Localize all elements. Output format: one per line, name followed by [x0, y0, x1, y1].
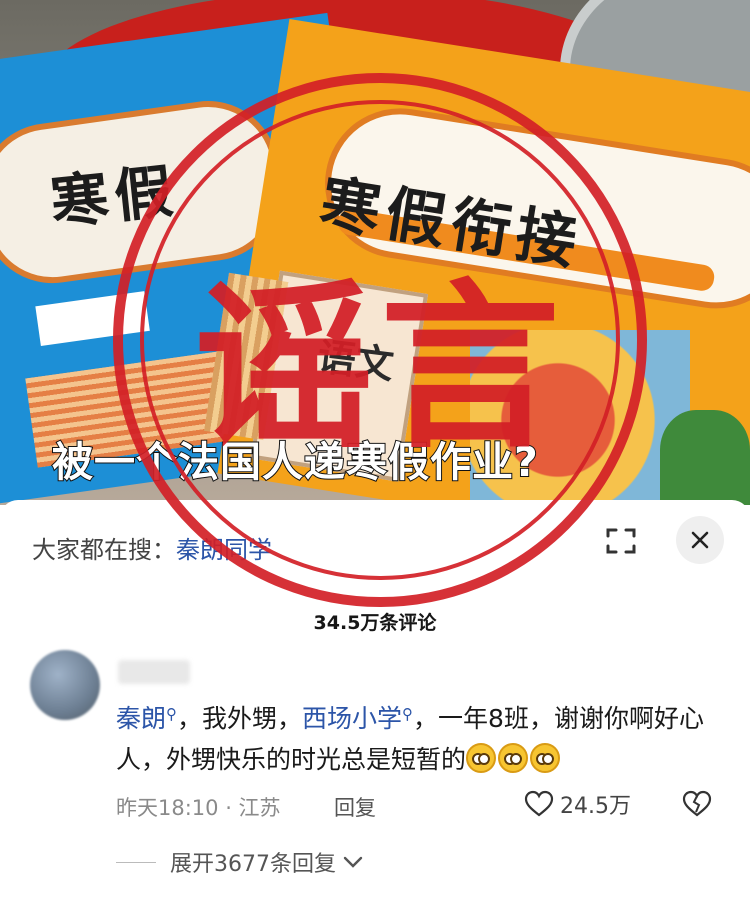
- heart-icon: [524, 790, 554, 817]
- broken-heart-icon: [682, 790, 712, 817]
- mention-school[interactable]: 西场小学: [302, 704, 402, 733]
- search-keyword[interactable]: 秦朗同学: [176, 536, 272, 564]
- grimace-emoji-icon: [530, 743, 561, 773]
- username-blurred[interactable]: [118, 660, 190, 684]
- comment-panel: 大家都在搜：秦朗同学 34.5万条评论 秦朗⚲，我外甥，西场小学⚲，一年8班，谢…: [0, 500, 750, 901]
- expand-replies-button[interactable]: 展开3677条回复: [116, 846, 364, 878]
- comment-text-part-1: ，我外甥，: [177, 704, 303, 733]
- avatar[interactable]: [30, 650, 100, 720]
- grimace-emoji-icon: [466, 743, 497, 773]
- cover-tree: [660, 410, 750, 505]
- reply-button[interactable]: 回复: [334, 792, 376, 822]
- like-button[interactable]: 24.5万: [524, 788, 631, 820]
- book-subject: 语文: [315, 333, 397, 388]
- book-title-left: 寒假: [47, 156, 182, 238]
- comment-time-location: 昨天18:10 · 江苏: [116, 796, 281, 820]
- chevron-down-icon: [343, 856, 363, 868]
- grimace-emoji-icon: [498, 743, 529, 773]
- search-icon: ⚲: [402, 705, 414, 723]
- search-icon: ⚲: [166, 705, 178, 723]
- comment-body: 秦朗⚲，我外甥，西场小学⚲，一年8班，谢谢你啊好心人，外甥快乐的时光总是短暂的: [116, 700, 726, 779]
- dislike-button[interactable]: [682, 790, 712, 822]
- video-frame[interactable]: 寒假 寒假衔接 语文 被一个法国人递寒假作业?: [0, 0, 750, 505]
- video-caption: 被一个法国人递寒假作业?: [51, 437, 539, 487]
- search-prefix: 大家都在搜：: [32, 536, 176, 564]
- expand-replies-label: 展开3677条回复: [170, 852, 336, 877]
- like-count: 24.5万: [560, 794, 631, 819]
- close-button[interactable]: [676, 516, 724, 564]
- divider-dash: [116, 861, 156, 863]
- comment-count: 34.5万条评论: [313, 612, 437, 634]
- expand-icon[interactable]: [602, 524, 640, 558]
- close-icon: [691, 531, 709, 549]
- search-suggestion[interactable]: 大家都在搜：秦朗同学: [32, 530, 272, 565]
- mention-name[interactable]: 秦朗: [116, 704, 166, 733]
